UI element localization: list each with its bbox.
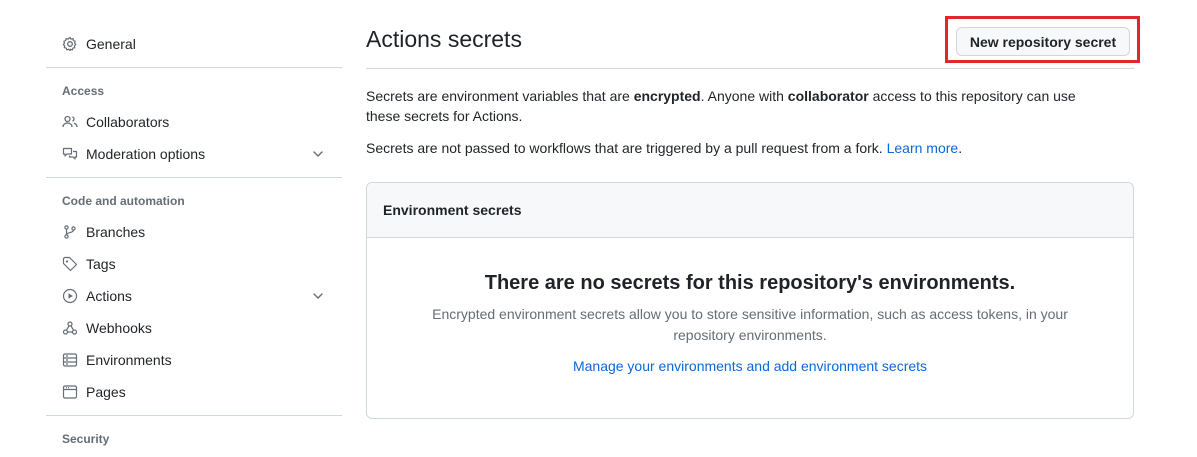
- empty-state-link-row: Manage your environments and add environ…: [367, 358, 1133, 374]
- highlight-box: New repository secret: [945, 16, 1140, 63]
- fork-note-paragraph: Secrets are not passed to workflows that…: [366, 138, 1106, 158]
- empty-state-description: Encrypted environment secrets allow you …: [432, 306, 1068, 343]
- sidebar-item-label: Environments: [86, 352, 172, 368]
- page-title: Actions secrets: [366, 26, 522, 52]
- sidebar-item-webhooks[interactable]: Webhooks: [46, 312, 342, 344]
- sidebar-divider: [46, 415, 342, 416]
- intro-text: Secrets are environment variables that a…: [366, 88, 634, 104]
- gear-icon: [62, 36, 78, 52]
- chevron-down-icon[interactable]: [310, 288, 326, 304]
- fork-note-text: Secrets are not passed to workflows that…: [366, 140, 887, 156]
- git-branch-icon: [62, 224, 78, 240]
- sidebar-item-label: Actions: [86, 288, 132, 304]
- sidebar-item-collaborators[interactable]: Collaborators: [46, 106, 342, 138]
- sidebar-item-general[interactable]: General: [46, 28, 342, 60]
- environment-secrets-header: Environment secrets: [367, 183, 1133, 238]
- intro-text: . Anyone with: [700, 88, 788, 104]
- sidebar-item-tags[interactable]: Tags: [46, 248, 342, 280]
- server-icon: [62, 352, 78, 368]
- intro-bold-collaborator: collaborator: [787, 88, 869, 104]
- group-title-access: Access: [62, 84, 105, 98]
- sidebar-item-branches[interactable]: Branches: [46, 216, 342, 248]
- sidebar-item-label: Moderation options: [86, 146, 206, 162]
- play-circle-icon: [62, 288, 78, 304]
- sidebar-item-label: Branches: [86, 224, 146, 240]
- environment-secrets-box: Environment secrets There are no secrets…: [366, 182, 1134, 419]
- sidebar-item-environments[interactable]: Environments: [46, 344, 342, 376]
- sidebar-item-label: Webhooks: [86, 320, 152, 336]
- fork-note-text: .: [958, 140, 963, 156]
- chevron-down-icon[interactable]: [310, 146, 326, 162]
- intro-paragraph: Secrets are environment variables that a…: [366, 86, 1106, 126]
- sidebar-divider: [46, 177, 342, 178]
- sidebar-item-label: General: [86, 36, 136, 52]
- sidebar-item-moderation[interactable]: Moderation options: [46, 138, 342, 170]
- title-divider: [366, 68, 1134, 69]
- tag-icon: [62, 256, 78, 272]
- intro-bold-encrypted: encrypted: [633, 88, 701, 104]
- people-icon: [62, 114, 78, 130]
- sidebar-item-pages[interactable]: Pages: [46, 376, 342, 408]
- learn-more-link[interactable]: Learn more: [887, 140, 959, 156]
- manage-environments-link[interactable]: Manage your environments and add environ…: [573, 358, 927, 374]
- sidebar-item-label: Collaborators: [86, 114, 170, 130]
- browser-icon: [62, 384, 78, 400]
- webhook-icon: [62, 320, 78, 336]
- settings-page: General Access Collaborators Moderation …: [0, 0, 1197, 457]
- sidebar-item-label: Pages: [86, 384, 126, 400]
- sidebar-item-label: Tags: [86, 256, 116, 272]
- sidebar-item-actions[interactable]: Actions: [46, 280, 342, 312]
- new-repository-secret-button[interactable]: New repository secret: [956, 27, 1130, 56]
- sidebar-divider: [46, 67, 342, 68]
- empty-state-title: There are no secrets for this repository…: [484, 272, 1016, 294]
- group-title-code-automation: Code and automation: [62, 194, 185, 208]
- group-title-security: Security: [62, 432, 110, 446]
- comment-discussion-icon: [62, 146, 78, 162]
